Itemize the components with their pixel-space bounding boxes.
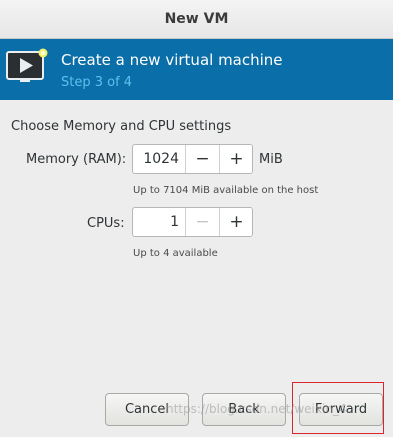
wizard-banner: Create a new virtual machine Step 3 of 4 <box>0 39 393 100</box>
virtual-machine-play-icon <box>6 48 48 82</box>
memory-label: Memory (RAM): <box>26 152 127 167</box>
section-heading: Choose Memory and CPU settings <box>11 119 232 134</box>
cpus-increment-button[interactable]: + <box>219 208 252 236</box>
wizard-step-indicator: Step 3 of 4 <box>61 75 133 90</box>
memory-spinbutton: 1024 − + <box>132 144 253 174</box>
memory-decrement-button[interactable]: − <box>185 145 219 173</box>
cpus-spinbutton: 1 − + <box>132 207 253 237</box>
watermark-text: https://blog.csdn.net/weixin_4... <box>166 402 359 416</box>
wizard-title: Create a new virtual machine <box>61 51 283 69</box>
cpus-hint: Up to 4 available <box>133 248 218 259</box>
window-titlebar[interactable]: New VM <box>0 0 393 39</box>
cpus-label: CPUs: <box>87 216 125 231</box>
cpus-value-input[interactable]: 1 <box>133 208 185 236</box>
memory-value-input[interactable]: 1024 <box>133 145 185 173</box>
new-vm-dialog: New VM Create a new virtual machine Step… <box>0 0 393 437</box>
memory-unit: MiB <box>259 152 283 167</box>
window-title: New VM <box>164 11 229 27</box>
cpus-decrement-button: − <box>185 208 219 236</box>
memory-hint: Up to 7104 MiB available on the host <box>133 185 319 196</box>
memory-increment-button[interactable]: + <box>219 145 252 173</box>
